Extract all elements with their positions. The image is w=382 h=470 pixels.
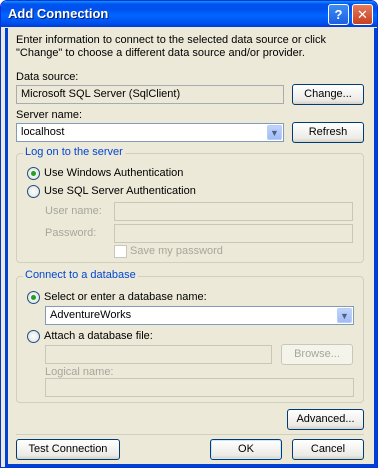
sql-auth-label[interactable]: Use SQL Server Authentication xyxy=(44,185,196,197)
data-source-label: Data source: xyxy=(16,71,79,83)
browse-button[interactable]: Browse... xyxy=(281,344,353,365)
refresh-button[interactable]: Refresh xyxy=(292,122,364,143)
change-button[interactable]: Change... xyxy=(292,84,364,105)
server-name-value: localhost xyxy=(21,126,65,138)
dialog-title: Add Connection xyxy=(8,6,109,21)
attach-file-input[interactable] xyxy=(45,345,272,364)
data-source-field: Microsoft SQL Server (SqlClient) xyxy=(16,85,284,104)
logon-group: Log on to the server Use Windows Authent… xyxy=(16,146,364,263)
cancel-button[interactable]: Cancel xyxy=(292,439,364,460)
attach-db-radio[interactable] xyxy=(27,330,40,343)
password-label: Password: xyxy=(45,227,97,239)
title-bar: Add Connection ? ✕ xyxy=(1,1,377,27)
server-name-combobox[interactable]: localhost ▼ xyxy=(16,123,284,142)
server-name-label: Server name: xyxy=(16,109,83,121)
dialog-body: Enter information to connect to the sele… xyxy=(5,28,377,467)
database-group: Connect to a database Select or enter a … xyxy=(16,269,364,403)
select-db-radio[interactable] xyxy=(27,291,40,304)
chevron-down-icon[interactable]: ▼ xyxy=(267,125,282,140)
select-db-label[interactable]: Select or enter a database name: xyxy=(44,291,207,303)
logical-name-input[interactable] xyxy=(45,378,354,397)
logon-group-title: Log on to the server xyxy=(23,146,125,158)
user-name-input[interactable] xyxy=(114,202,353,221)
save-password-label: Save my password xyxy=(130,245,223,257)
windows-auth-radio[interactable] xyxy=(27,167,40,180)
attach-db-label[interactable]: Attach a database file: xyxy=(44,330,153,342)
close-button[interactable]: ✕ xyxy=(352,4,373,25)
database-name-value: AdventureWorks xyxy=(50,309,132,321)
intro-text: Enter information to connect to the sele… xyxy=(16,34,326,59)
database-name-combobox[interactable]: AdventureWorks ▼ xyxy=(45,306,354,325)
logical-name-label: Logical name: xyxy=(45,366,114,378)
password-input[interactable] xyxy=(114,224,353,243)
test-connection-button[interactable]: Test Connection xyxy=(16,439,120,460)
ok-button[interactable]: OK xyxy=(210,439,282,460)
chevron-down-icon[interactable]: ▼ xyxy=(337,308,352,323)
user-name-label: User name: xyxy=(45,205,102,217)
database-group-title: Connect to a database xyxy=(23,269,138,281)
sql-auth-radio[interactable] xyxy=(27,185,40,198)
divider xyxy=(16,434,364,435)
add-connection-dialog: Add Connection ? ✕ Enter information to … xyxy=(0,0,378,468)
save-password-checkbox[interactable] xyxy=(114,245,127,258)
help-button[interactable]: ? xyxy=(328,4,349,25)
windows-auth-label[interactable]: Use Windows Authentication xyxy=(44,167,183,179)
advanced-button[interactable]: Advanced... xyxy=(287,409,364,430)
